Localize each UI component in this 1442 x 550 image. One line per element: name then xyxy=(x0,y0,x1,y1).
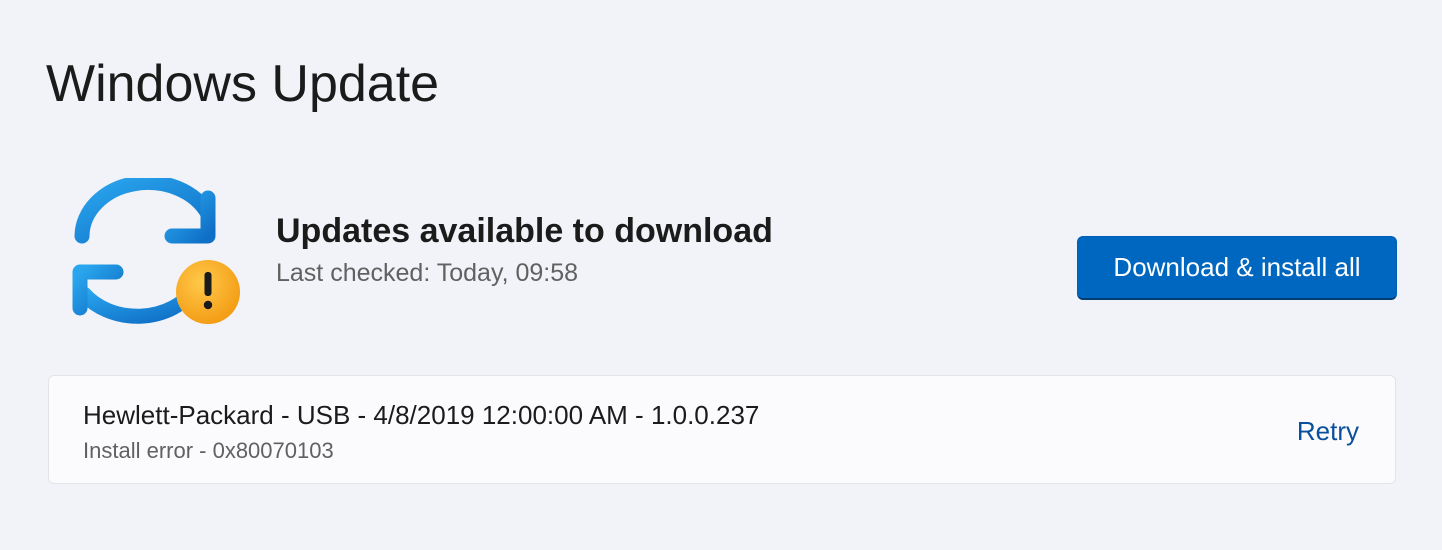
update-error-status: Install error - 0x80070103 xyxy=(83,438,334,463)
page-title: Windows Update xyxy=(46,55,440,113)
update-name: Hewlett-Packard - USB - 4/8/2019 12:00:0… xyxy=(83,400,760,430)
last-checked-text: Last checked: Today, 09:58 xyxy=(276,259,579,287)
status-heading: Updates available to download xyxy=(276,212,773,250)
update-list-item: Hewlett-Packard - USB - 4/8/2019 12:00:0… xyxy=(48,375,1396,484)
sync-warning-icon xyxy=(68,175,244,328)
download-install-all-button[interactable]: Download & install all xyxy=(1077,236,1397,300)
retry-button[interactable]: Retry xyxy=(1297,414,1359,448)
update-status-panel: Updates available to download Last check… xyxy=(276,208,773,290)
